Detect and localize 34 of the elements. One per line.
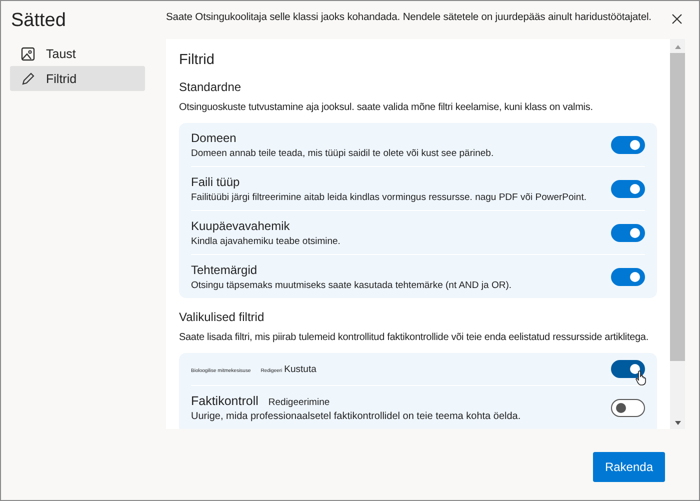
toggle-switch[interactable]: [611, 136, 645, 154]
toggle-switch[interactable]: [611, 180, 645, 198]
close-icon: [672, 14, 682, 24]
filter-title: Kuupäevavahemik: [191, 218, 291, 232]
section-title: Valikulised filtrid: [179, 310, 266, 324]
filter-description: Kindla ajavahemiku teabe otsimine.: [191, 236, 340, 246]
sidebar-item[interactable]: Filtrid: [10, 66, 145, 91]
scrollbar[interactable]: [670, 39, 685, 429]
filter-title: Faili tüüp: [191, 174, 241, 188]
scroll-down-icon[interactable]: [674, 421, 680, 425]
filter-description: Domeen annab teile teada, mis tüüpi saidil te olete või kust see pärineb.: [191, 148, 494, 158]
header-text: Saate Otsingukoolitaja selle klassi jaoks kohandada. Nendele sätetele on juurdepääs ainult haridustöötajatel.: [166, 12, 652, 23]
scroll-up-icon[interactable]: [674, 45, 680, 49]
filter-description: Otsingu täpsemaks muutmiseks saate kasutada tehtemärke (nt AND ja OR).: [191, 280, 512, 290]
toggle-switch[interactable]: [611, 224, 645, 242]
image-icon: [21, 46, 35, 60]
filter-description: Uurige, mida professionaalsetel faktikontrollidel on teie teema kohta öelda.: [191, 410, 521, 422]
window-title: Sätted: [11, 10, 67, 32]
section-title: Standardne: [179, 80, 242, 94]
filter-description: Failitüübi järgi filtreerimine aitab leida kindlas vormingus ressursse. nagu PDF või PowerPoint.: [191, 192, 586, 202]
section-description: Saate lisada filtri, mis piirab tulemeid kontrollitud faktikontrollide või teie enda eelistatud ressursside artiklitega.: [179, 332, 650, 343]
section-description: Otsinguoskuste tutvustamine aja jooksul. saate valida mõne filtri keelamise, kuni klass on valmis.: [179, 102, 594, 113]
filter-title: Domeen: [191, 130, 238, 144]
panel-title: Filtrid: [179, 52, 216, 68]
filter-title: Tehtemärgid: [191, 262, 258, 276]
apply-button[interactable]: Rakenda: [592, 452, 665, 482]
delete-link[interactable]: Kustuta: [284, 364, 316, 374]
sidebar-item[interactable]: Taust: [10, 41, 145, 66]
toggle-switch[interactable]: [611, 268, 645, 286]
edit-link[interactable]: Redigeerimine: [268, 396, 330, 408]
pencil-icon: [21, 72, 35, 86]
toggle-switch[interactable]: [611, 360, 645, 378]
toggle-switch[interactable]: [611, 398, 645, 416]
filter-title: Faktikontroll: [191, 394, 258, 408]
